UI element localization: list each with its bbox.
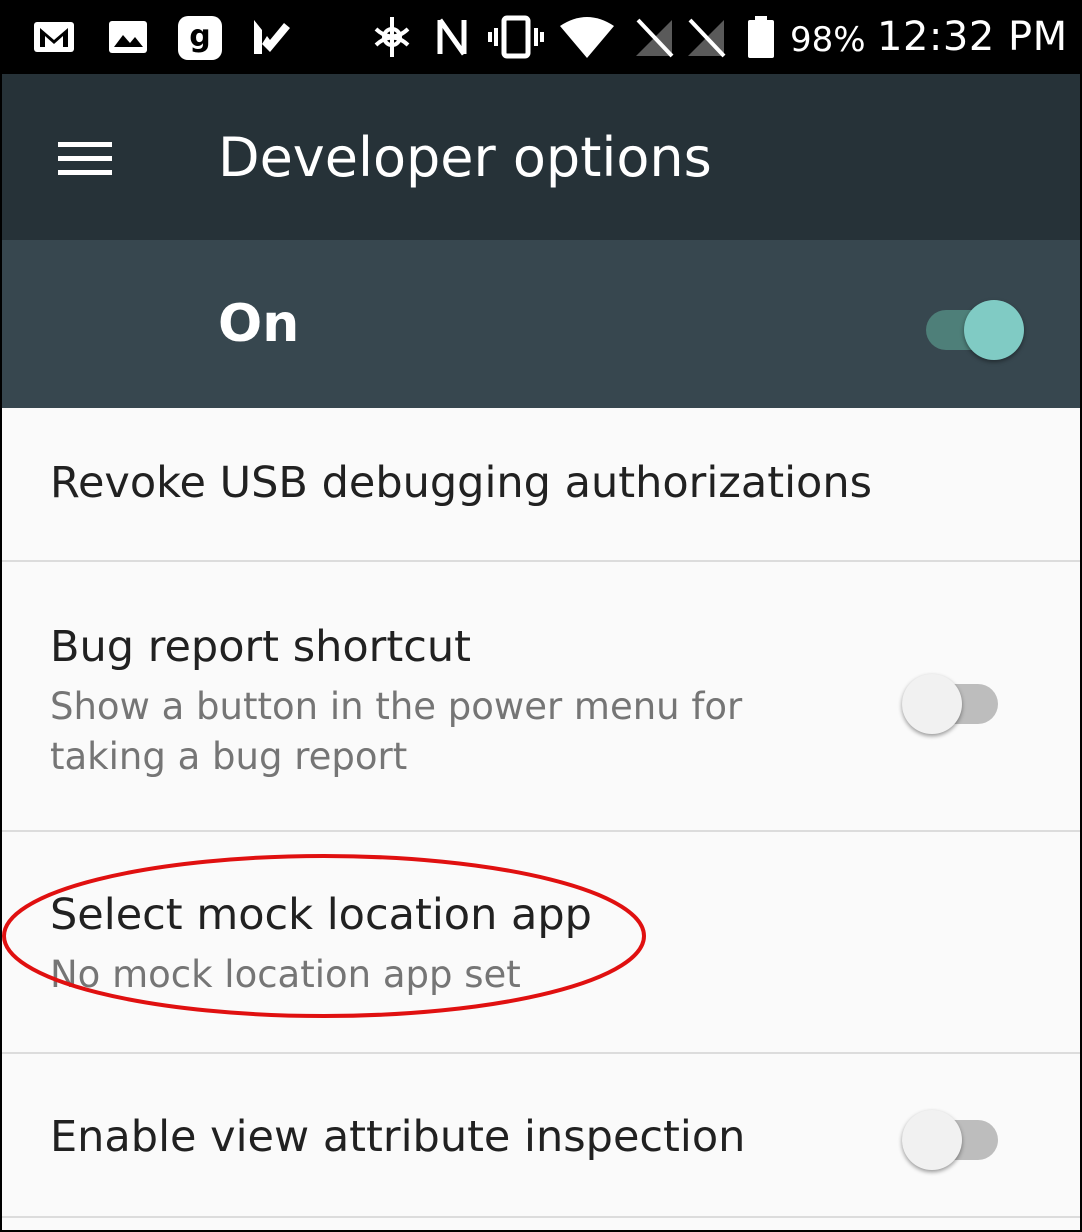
- status-bar: g 98% 12:32 PM: [0, 0, 1082, 74]
- clock: 12:32 PM: [877, 14, 1068, 60]
- toggle-thumb: [964, 300, 1024, 360]
- developer-options-master-switch-bar[interactable]: On: [0, 240, 1082, 408]
- setting-select-mock-location-app[interactable]: Select mock location app No mock locatio…: [0, 832, 1082, 1054]
- wifi-icon: [560, 17, 614, 58]
- setting-revoke-usb-debugging[interactable]: Revoke USB debugging authorizations: [0, 408, 1082, 562]
- check-app-icon: [254, 20, 290, 54]
- goodreads-icon: g: [178, 16, 222, 60]
- battery-icon: [748, 16, 774, 58]
- toggle-thumb: [902, 674, 962, 734]
- no-signal-sim1-icon: [636, 18, 674, 58]
- setting-title: Revoke USB debugging authorizations: [50, 458, 872, 508]
- view-attribute-inspection-toggle[interactable]: [902, 1102, 998, 1170]
- nfc-icon: [437, 18, 467, 56]
- setting-summary: Show a button in the power menu for taki…: [50, 685, 743, 778]
- developer-options-toggle[interactable]: [926, 292, 1024, 360]
- bug-report-shortcut-toggle[interactable]: [902, 666, 998, 734]
- photos-icon: [109, 21, 147, 53]
- page-title: Developer options: [218, 126, 712, 189]
- menu-icon[interactable]: [38, 118, 132, 198]
- setting-title: Bug report shortcut: [50, 622, 471, 672]
- setting-bug-report-shortcut[interactable]: Bug report shortcut Show a button in the…: [0, 562, 1082, 832]
- setting-title: Select mock location app: [50, 890, 592, 940]
- no-signal-sim2-icon: [688, 18, 726, 58]
- toggle-thumb: [902, 1110, 962, 1170]
- setting-title: Enable view attribute inspection: [50, 1112, 746, 1162]
- vibrate-icon: [488, 15, 544, 59]
- master-switch-label: On: [218, 294, 300, 354]
- setting-summary: No mock location app set: [50, 953, 521, 996]
- app-bar: Developer options: [0, 74, 1082, 240]
- gmail-icon: [34, 22, 74, 52]
- battery-percent: 98%: [790, 20, 866, 60]
- svg-text:g: g: [189, 19, 210, 54]
- tap-icon: [374, 17, 410, 57]
- setting-enable-view-attribute-inspection[interactable]: Enable view attribute inspection: [0, 1054, 1082, 1218]
